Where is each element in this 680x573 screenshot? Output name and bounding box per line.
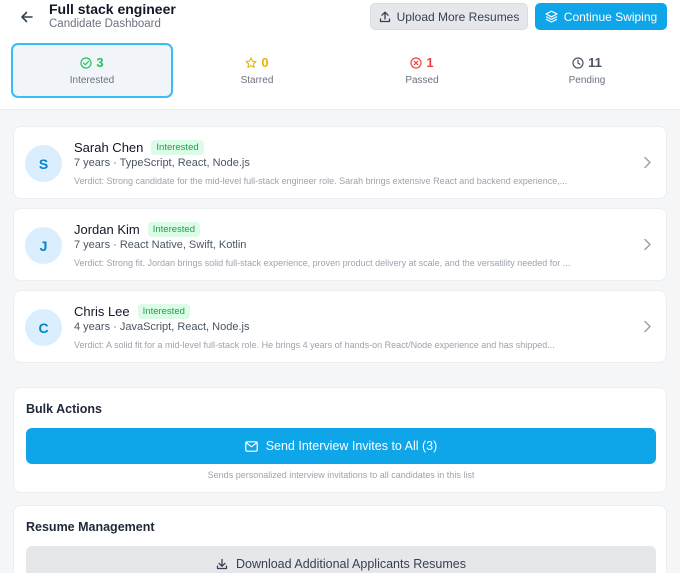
candidate-meta: 4 years · JavaScript, React, Node.js [74, 321, 250, 333]
page-header: Full stack engineer Candidate Dashboard … [0, 0, 680, 110]
candidate-card[interactable]: J Jordan Kim Interested 7 years · React … [13, 208, 667, 281]
status-badge: Interested [151, 140, 204, 155]
chevron-right-icon [644, 320, 651, 333]
clock-icon [572, 56, 584, 69]
avatar: S [25, 145, 62, 182]
avatar: C [25, 309, 62, 346]
candidate-verdict: Verdict: Strong candidate for the mid-le… [74, 176, 568, 186]
upload-resumes-label: Upload More Resumes [396, 9, 520, 24]
stat-passed[interactable]: 1 Passed [341, 43, 503, 98]
candidate-name: Jordan Kim [74, 222, 140, 237]
stat-label: Pending [568, 75, 606, 86]
stat-count: 11 [588, 55, 602, 70]
upload-icon [379, 11, 390, 22]
section-title: Resume Management [26, 520, 155, 534]
candidate-name: Chris Lee [74, 304, 130, 319]
bulk-actions-note: Sends personalized interview invitations… [207, 470, 475, 480]
download-resumes-button[interactable]: Download Additional Applicants Resumes [26, 546, 656, 573]
stat-starred[interactable]: 0 Starred [176, 43, 338, 98]
stat-count: 3 [96, 55, 104, 70]
avatar: J [25, 227, 62, 264]
star-icon [245, 56, 257, 68]
status-badge: Interested [137, 304, 190, 319]
stat-label: Starred [240, 75, 274, 86]
candidate-verdict: Verdict: A solid fit for a mid-level ful… [74, 340, 555, 350]
candidate-meta: 7 years · TypeScript, React, Node.js [74, 157, 250, 169]
stat-interested[interactable]: 3 Interested [11, 43, 173, 98]
stat-count: 0 [261, 55, 269, 70]
candidate-verdict: Verdict: Strong fit. Jordan brings solid… [74, 258, 571, 268]
layers-icon [545, 10, 558, 23]
send-invites-label: Send Interview Invites to All (3) [265, 439, 438, 453]
candidate-meta: 7 years · React Native, Swift, Kotlin [74, 239, 247, 251]
stat-label: Interested [69, 75, 115, 86]
continue-swiping-label: Continue Swiping [563, 9, 658, 24]
candidate-name: Sarah Chen [74, 140, 144, 155]
stat-count: 1 [426, 55, 434, 70]
page-title: Full stack engineer [49, 1, 176, 17]
continue-swiping-button[interactable]: Continue Swiping [535, 3, 667, 30]
back-button[interactable] [16, 6, 38, 28]
send-invites-button[interactable]: Send Interview Invites to All (3) [26, 428, 656, 464]
download-resumes-label: Download Additional Applicants Resumes [236, 557, 466, 571]
section-title: Bulk Actions [26, 402, 102, 416]
arrow-left-icon [21, 11, 33, 23]
candidate-card[interactable]: C Chris Lee Interested 4 years · JavaScr… [13, 290, 667, 363]
stat-pending[interactable]: 11 Pending [506, 43, 668, 98]
mail-icon [244, 440, 258, 452]
check-circle-icon [80, 56, 92, 69]
status-badge: Interested [147, 222, 200, 237]
stat-label: Passed [405, 75, 439, 86]
download-icon [216, 558, 228, 570]
chevron-right-icon [644, 156, 651, 169]
candidate-card[interactable]: S Sarah Chen Interested 7 years · TypeSc… [13, 126, 667, 199]
x-circle-icon [410, 56, 422, 69]
chevron-right-icon [644, 238, 651, 251]
resume-management-panel: Resume Management Download Additional Ap… [13, 505, 667, 573]
upload-resumes-button[interactable]: Upload More Resumes [370, 3, 528, 30]
bulk-actions-panel: Bulk Actions Send Interview Invites to A… [13, 387, 667, 493]
page-subtitle: Candidate Dashboard [49, 18, 161, 30]
